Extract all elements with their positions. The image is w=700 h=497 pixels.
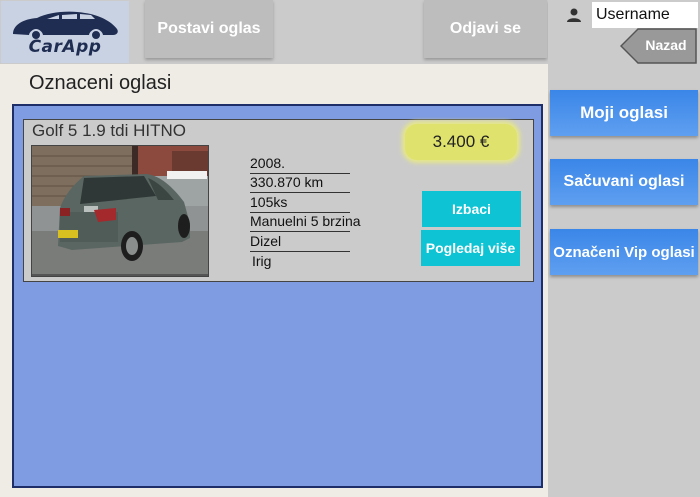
logo-text: CarApp	[28, 37, 102, 57]
sidebar-item-saved-ads[interactable]: Sačuvani oglasi	[550, 159, 698, 205]
detail-divider	[250, 231, 350, 232]
detail-divider	[250, 251, 350, 252]
logout-button[interactable]: Odjavi se	[424, 0, 547, 58]
user-icon	[554, 2, 594, 28]
sidebar-item-vip-ads[interactable]: Označeni Vip oglasi	[550, 229, 698, 275]
username-field[interactable]	[592, 2, 698, 28]
top-bar: CarApp Postavi oglas Odjavi se	[0, 0, 548, 64]
detail-transmission: Manuelni 5 brzina	[250, 213, 361, 229]
right-sidebar: Nazad Moji oglasi Sačuvani oglasi Označe…	[548, 0, 700, 497]
view-more-button[interactable]: Pogledaj više	[421, 230, 520, 266]
post-ad-button[interactable]: Postavi oglas	[145, 0, 273, 58]
price-tag: 3.400 €	[405, 124, 517, 160]
car-photo[interactable]	[31, 145, 209, 277]
listing-title[interactable]: Golf 5 1.9 tdi HITNO	[32, 121, 186, 141]
detail-location: Irig	[252, 253, 272, 269]
car-logo-icon	[13, 11, 118, 41]
user-row	[548, 0, 700, 30]
back-button[interactable]: Nazad	[620, 28, 698, 64]
detail-mileage: 330.870 km	[250, 174, 324, 190]
remove-button[interactable]: Izbaci	[422, 191, 521, 227]
listing-card[interactable]: Golf 5 1.9 tdi HITNO 3.400 € 2008. 330.8…	[23, 119, 534, 282]
detail-power: 105ks	[250, 194, 288, 210]
detail-year: 2008.	[250, 155, 286, 171]
main-content: Oznaceni oglasi Golf 5 1.9 tdi HITNO 3.4…	[0, 64, 548, 497]
sidebar-item-my-ads[interactable]: Moji oglasi	[550, 90, 698, 136]
app-logo[interactable]: CarApp	[1, 1, 129, 63]
detail-divider	[250, 192, 350, 193]
detail-fuel: Dizel	[250, 233, 282, 249]
page-title: Oznaceni oglasi	[29, 72, 172, 94]
listing-area: Golf 5 1.9 tdi HITNO 3.400 € 2008. 330.8…	[12, 104, 543, 488]
back-label: Nazad	[645, 37, 687, 53]
